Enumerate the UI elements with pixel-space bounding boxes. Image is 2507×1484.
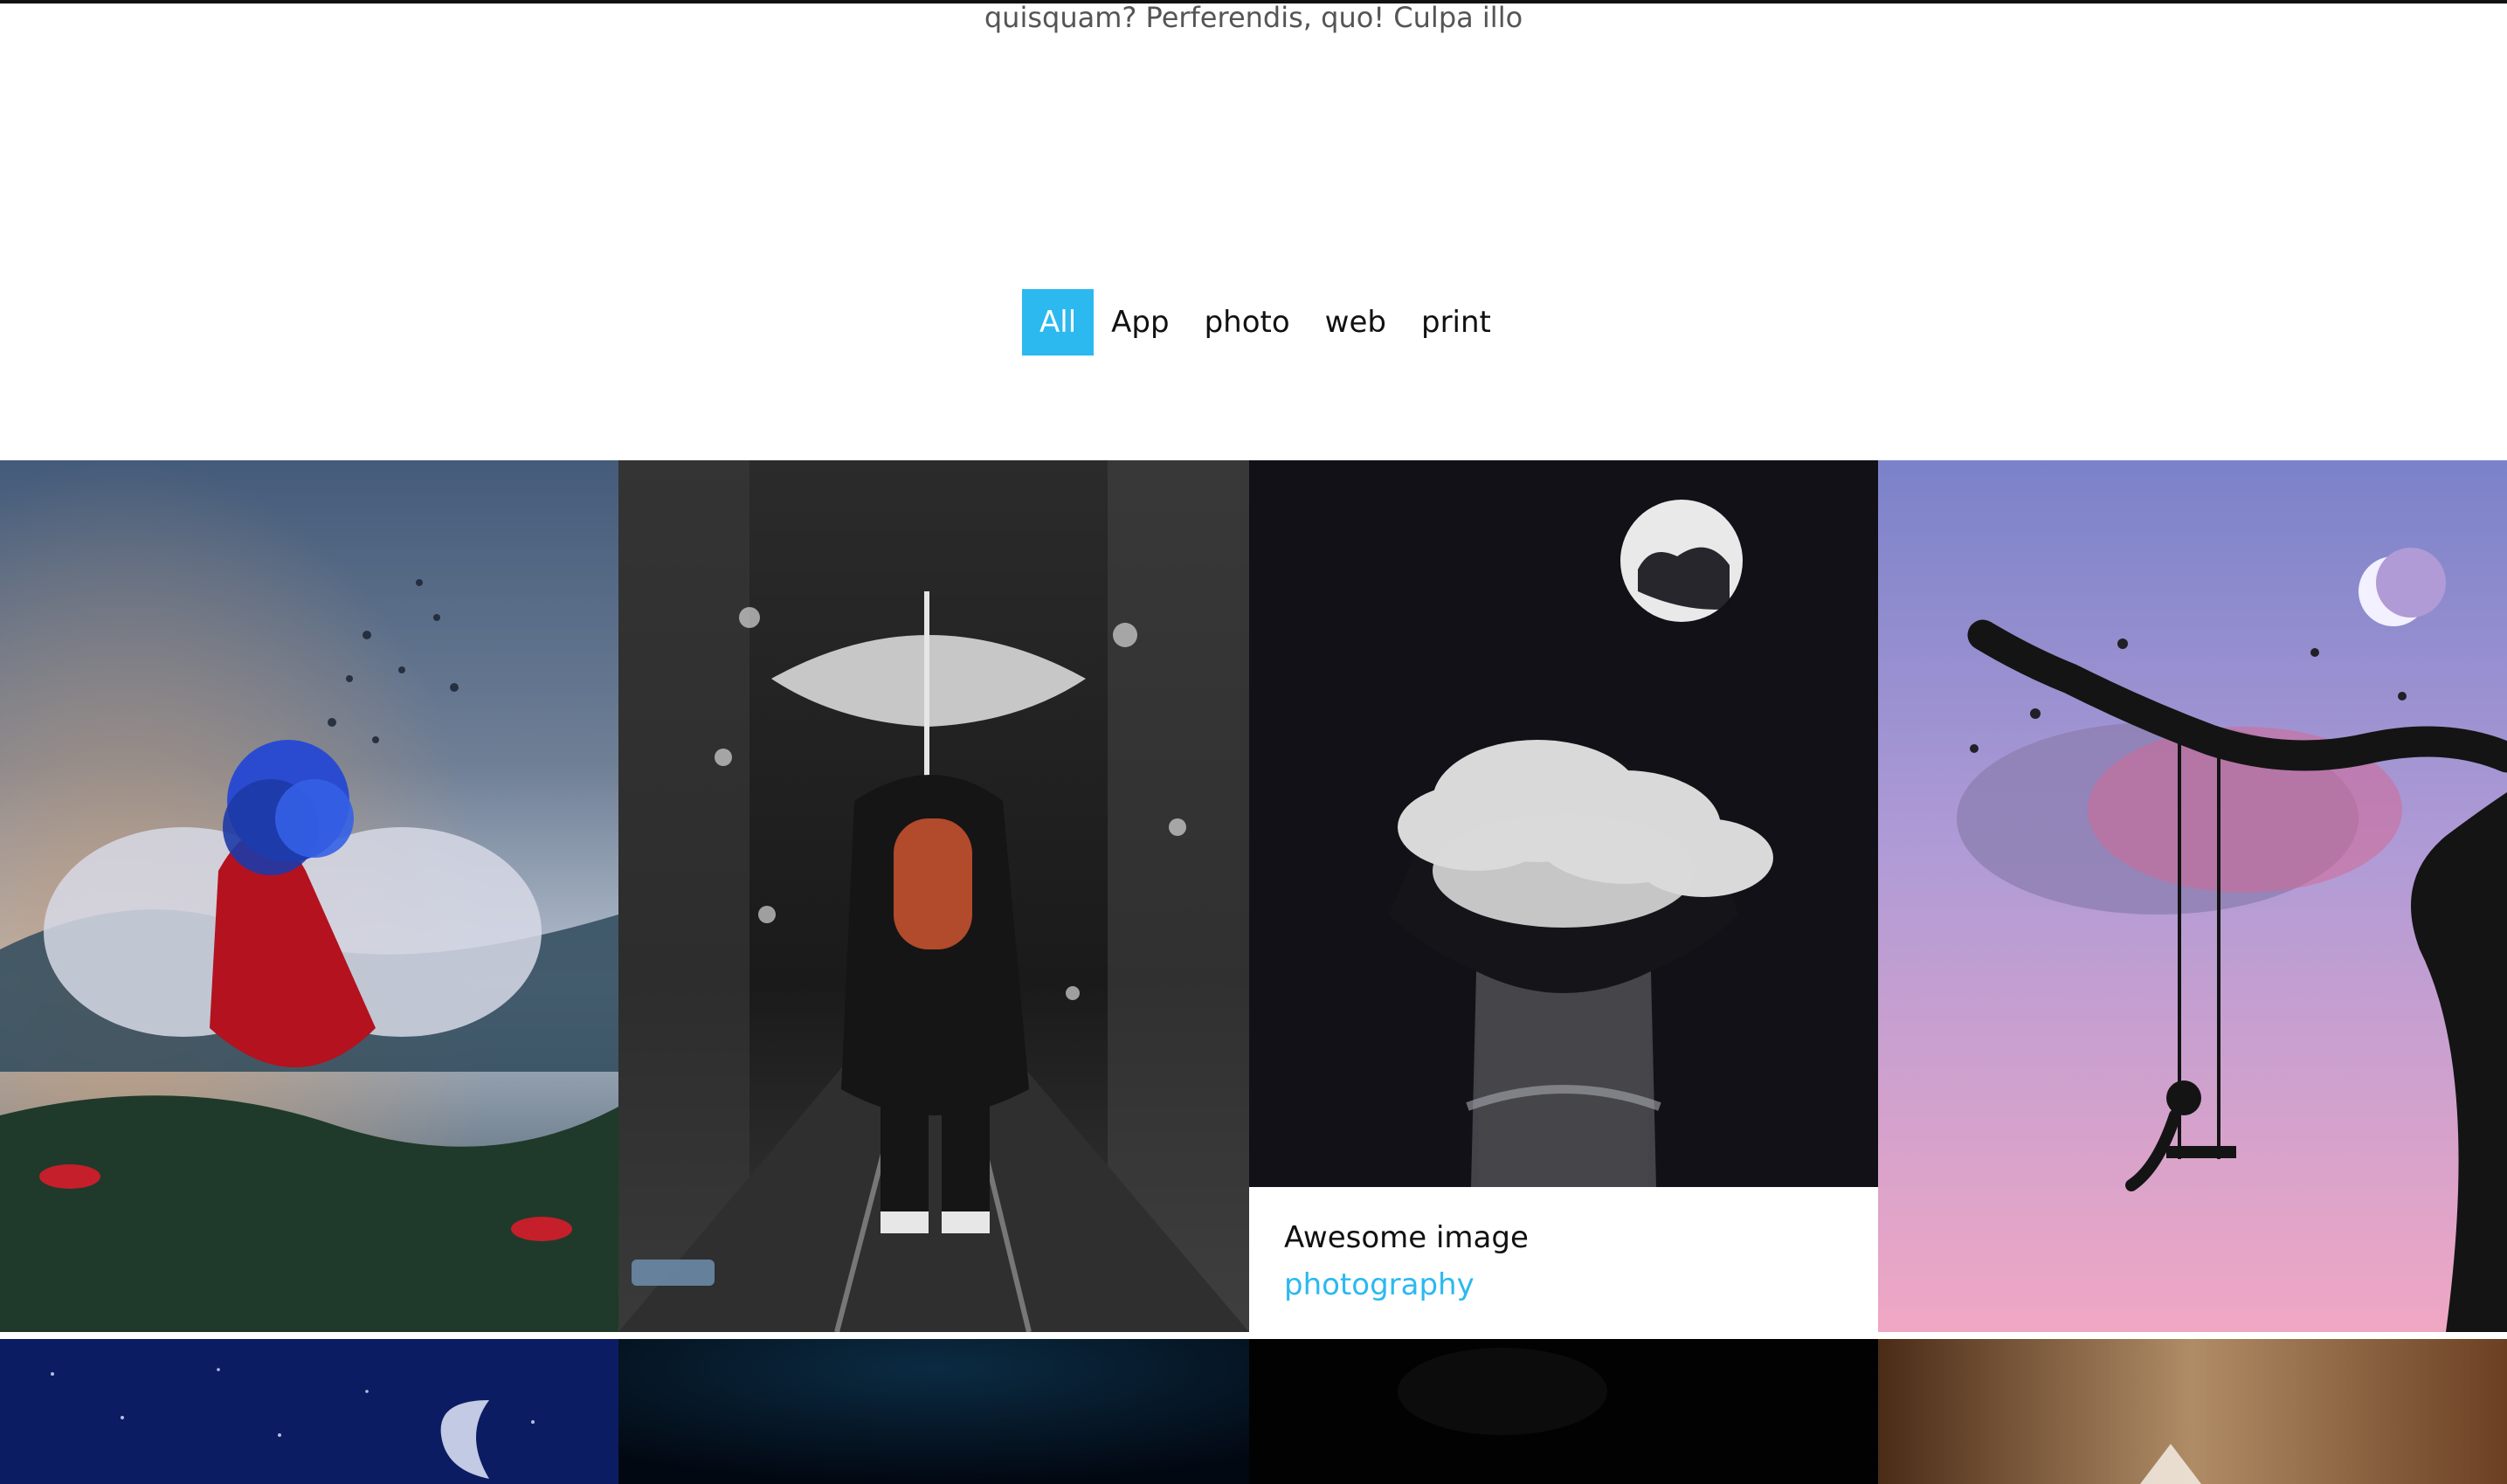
starry-moon-image <box>0 1339 618 1484</box>
gallery-item-7[interactable] <box>1249 1339 1878 1484</box>
gallery-item-6[interactable] <box>618 1339 1249 1484</box>
umbrella-street-image <box>618 460 1249 1332</box>
image-caption: Awesome image photography <box>1249 1187 1878 1332</box>
portfolio-filters: All App photo web print <box>1022 289 1509 355</box>
filter-app[interactable]: App <box>1094 289 1186 355</box>
dark-blue-image <box>618 1339 1249 1484</box>
fairy-butterfly-image <box>0 460 618 1332</box>
caption-category-link[interactable]: photography <box>1284 1267 1475 1302</box>
dark-black-image <box>1249 1339 1878 1484</box>
tree-swing-silhouette-image <box>1878 460 2507 1332</box>
portfolio-grid: Awesome image photography <box>0 460 2507 1484</box>
gallery-item-2[interactable] <box>618 460 1249 1332</box>
filter-photo[interactable]: photo <box>1187 289 1308 355</box>
gallery-item-1[interactable] <box>0 460 618 1332</box>
caption-title: Awesome image <box>1284 1220 1529 1255</box>
gallery-item-4[interactable] <box>1878 460 2507 1332</box>
gallery-item-3[interactable]: Awesome image photography <box>1249 460 1878 1332</box>
intro-text: quisquam? Perferendis, quo! Culpa illo <box>984 1 1523 34</box>
filter-all[interactable]: All <box>1022 289 1095 355</box>
filter-print[interactable]: print <box>1404 289 1509 355</box>
gallery-item-8[interactable] <box>1878 1339 2507 1484</box>
filter-web[interactable]: web <box>1308 289 1404 355</box>
warm-blur-image <box>1878 1339 2507 1484</box>
gallery-item-5[interactable] <box>0 1339 618 1484</box>
